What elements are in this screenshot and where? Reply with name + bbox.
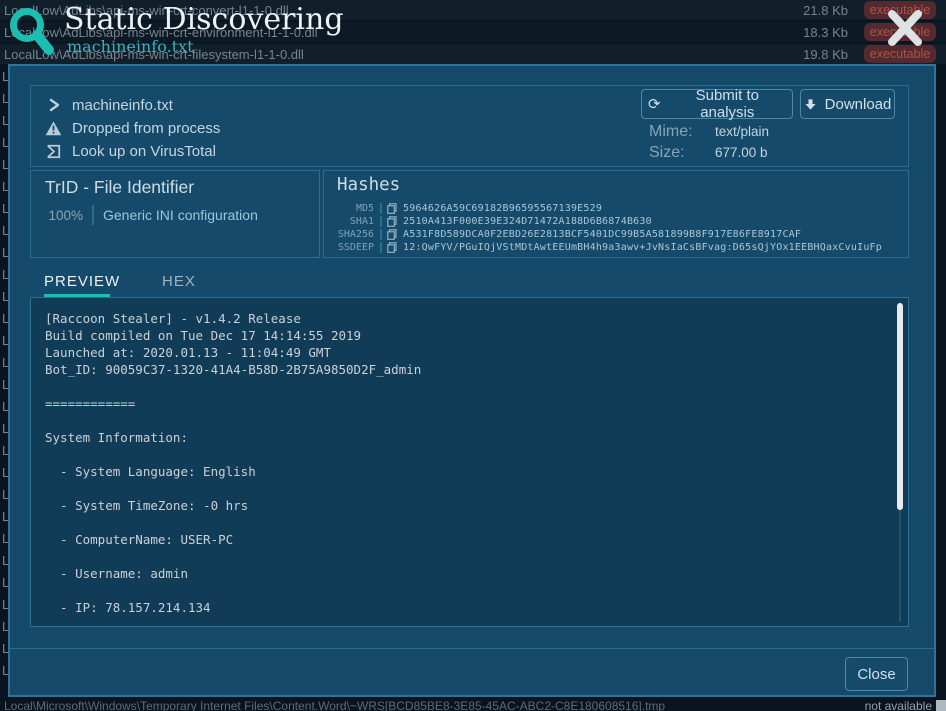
file-size: 18.3 Kb xyxy=(776,25,848,40)
mime-row: Mime: text/plain xyxy=(649,123,769,141)
copy-icon[interactable] xyxy=(387,242,397,253)
divider xyxy=(380,216,382,227)
divider xyxy=(380,203,382,214)
mime-value: text/plain xyxy=(715,124,769,139)
preview-text: [Raccoon Stealer] - v1.4.2 Release Build… xyxy=(31,298,908,627)
trid-panel: TrID - File Identifier 100% Generic INI … xyxy=(30,170,320,258)
page-scrollbar-corner[interactable] xyxy=(936,700,946,711)
submit-to-analysis-button[interactable]: ⟳ Submit to analysis xyxy=(641,89,793,119)
hashes-title: Hashes xyxy=(337,175,400,195)
hash-row-sha1: SHA1 2510A413F000E39E324D71472A188D6B687… xyxy=(330,215,904,228)
static-discovering-modal: machineinfo.txt Dropped from process Loo… xyxy=(8,64,936,697)
hash-label: SSDEEP xyxy=(330,242,374,253)
dialog-title: Static Discovering xyxy=(64,2,344,37)
download-button[interactable]: Download xyxy=(800,89,895,119)
size-value: 677.00 b xyxy=(715,145,768,160)
virustotal-label: Look up on VirusTotal xyxy=(72,143,216,160)
file-info-panel: machineinfo.txt Dropped from process Loo… xyxy=(30,85,909,167)
copy-icon[interactable] xyxy=(387,203,397,214)
file-size: 19.8 Kb xyxy=(776,47,848,62)
mime-label: Mime: xyxy=(649,123,701,141)
preview-scrollbar-thumb[interactable] xyxy=(897,303,903,510)
refresh-icon: ⟳ xyxy=(648,97,661,112)
hash-value: A531F8D589DCA0F2EBD26E2813BCF5401DC99B5A… xyxy=(403,229,801,240)
chevron-right-icon xyxy=(45,98,62,112)
hash-label: SHA256 xyxy=(330,229,374,240)
close-icon[interactable] xyxy=(884,8,926,48)
file-path: Local\Microsoft\Windows\Temporary Intern… xyxy=(0,699,865,711)
close-button[interactable]: Close xyxy=(845,657,908,691)
preview-panel: [Raccoon Stealer] - v1.4.2 Release Build… xyxy=(30,297,909,627)
modal-footer: Close xyxy=(10,648,934,695)
file-size: 21.8 Kb xyxy=(776,3,848,18)
file-name-row[interactable]: machineinfo.txt xyxy=(45,94,173,116)
divider xyxy=(380,229,382,240)
file-name-label: machineinfo.txt xyxy=(72,97,173,114)
hash-rows: MD5 5964626A59C69182B96595567139E529 SHA… xyxy=(330,202,904,254)
size-label: Size: xyxy=(649,144,701,162)
trid-percent: 100% xyxy=(45,208,83,223)
download-button-label: Download xyxy=(825,96,892,113)
submit-button-label: Submit to analysis xyxy=(669,87,786,121)
divider xyxy=(380,242,382,253)
hash-row-md5: MD5 5964626A59C69182B96595567139E529 xyxy=(330,202,904,215)
table-row[interactable]: Local\Microsoft\Windows\Temporary Intern… xyxy=(0,699,946,711)
file-origin-row: Dropped from process xyxy=(45,117,220,139)
magnifier-icon xyxy=(6,4,58,58)
hash-value: 5964626A59C69182B96595567139E529 xyxy=(403,203,602,214)
virustotal-link[interactable]: Look up on VirusTotal xyxy=(45,140,216,162)
hash-row-ssdeep: SSDEEP 12:QwFYV/PGuIQjVStMDtAwtEEUmBH4h9… xyxy=(330,241,904,254)
file-origin-label: Dropped from process xyxy=(72,120,220,137)
download-icon xyxy=(804,98,817,111)
file-status: not available xyxy=(865,699,932,711)
hashes-panel: Hashes MD5 5964626A59C69182B96595567139E… xyxy=(323,170,909,258)
dialog-subtitle: machineinfo.txt xyxy=(67,37,194,56)
hash-label: MD5 xyxy=(330,203,374,214)
hash-value: 2510A413F000E39E324D71472A188D6B6874B630 xyxy=(403,216,652,227)
hash-row-sha256: SHA256 A531F8D589DCA0F2EBD26E2813BCF5401… xyxy=(330,228,904,241)
tab-preview[interactable]: PREVIEW xyxy=(44,273,120,290)
trid-description: Generic INI configuration xyxy=(103,207,258,223)
hash-label: SHA1 xyxy=(330,216,374,227)
divider xyxy=(92,205,94,225)
copy-icon[interactable] xyxy=(387,229,397,240)
hash-value: 12:QwFYV/PGuIQjVStMDtAwtEEUmBH4h9a3awv+J… xyxy=(403,242,882,253)
trid-row: 100% Generic INI configuration xyxy=(45,204,258,226)
virustotal-icon xyxy=(45,144,62,159)
copy-icon[interactable] xyxy=(387,216,397,227)
warning-icon xyxy=(45,121,62,136)
tab-hex[interactable]: HEX xyxy=(162,273,196,290)
size-row: Size: 677.00 b xyxy=(649,144,768,162)
trid-title: TrID - File Identifier xyxy=(45,177,194,198)
